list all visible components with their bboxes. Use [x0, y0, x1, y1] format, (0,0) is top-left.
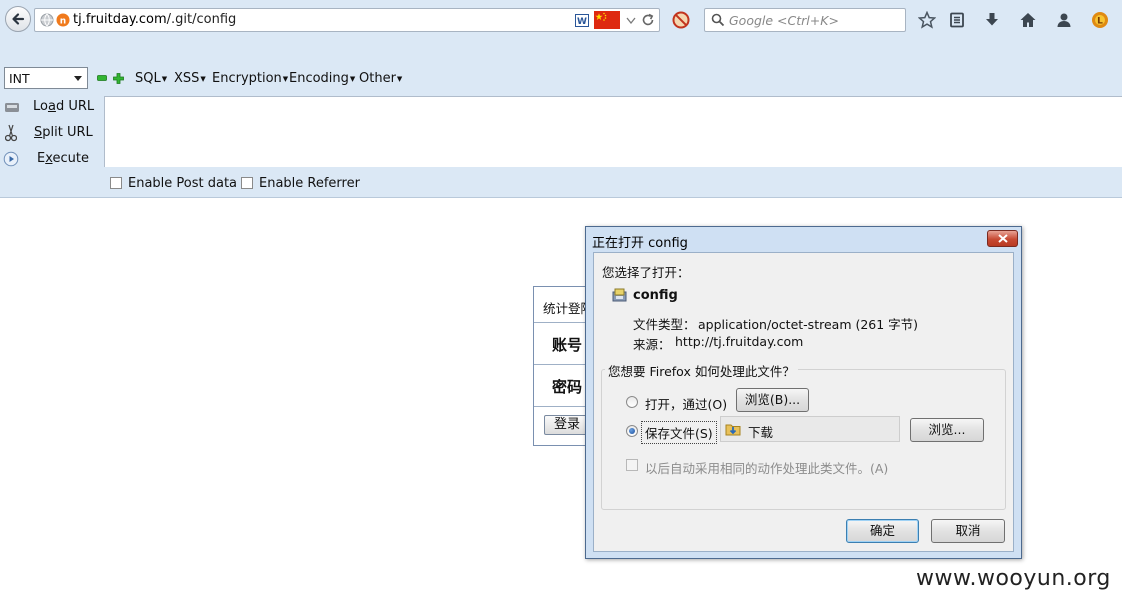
word-icon: W	[575, 14, 589, 27]
cancel-button[interactable]: 取消	[931, 519, 1005, 543]
dialog-close-button[interactable]	[987, 230, 1018, 247]
download-folder-field: 下载	[720, 416, 900, 442]
ok-button[interactable]: 确定	[846, 519, 919, 543]
enable-referrer-checkbox[interactable]	[241, 177, 253, 189]
open-with-radio[interactable]	[626, 396, 638, 408]
play-icon	[3, 151, 19, 167]
chevron-down-icon	[74, 76, 82, 81]
login-button[interactable]: 登录	[544, 415, 590, 435]
folder-download-icon	[725, 424, 741, 436]
load-url-icon	[5, 103, 19, 112]
save-file-radio[interactable]	[626, 425, 638, 437]
menu-encoding[interactable]: Encoding▼	[289, 71, 355, 86]
browse-button[interactable]: 浏览...	[910, 418, 984, 442]
source-value: http://tj.fruitday.com	[675, 334, 804, 349]
navigation-bar: n tj.fruitday.com/.git/config W Google <…	[0, 0, 1122, 40]
search-bar[interactable]: Google <Ctrl+K>	[704, 8, 906, 32]
adblock-icon[interactable]	[671, 10, 691, 30]
browser-toolbar: n tj.fruitday.com/.git/config W Google <…	[0, 0, 1122, 198]
hackbar-url-textarea[interactable]	[104, 96, 1122, 167]
home-icon[interactable]	[1018, 10, 1038, 30]
back-arrow-icon	[12, 13, 25, 25]
dropdown-history-icon[interactable]	[626, 17, 636, 24]
file-icon	[612, 288, 627, 302]
download-icon[interactable]	[982, 10, 1002, 30]
execute-button[interactable]: Execute	[0, 148, 100, 170]
reading-list-icon[interactable]	[947, 10, 967, 30]
enable-referrer-label: Enable Referrer	[259, 176, 360, 191]
url-text: tj.fruitday.com/.git/config	[73, 12, 237, 27]
source-label: 来源：	[633, 337, 671, 352]
hackbar-type-select[interactable]: INT	[4, 67, 88, 89]
auto-action-checkbox[interactable]	[626, 459, 638, 471]
watermark: www.wooyun.org	[916, 566, 1111, 591]
load-url-button[interactable]: Load URL	[0, 96, 100, 118]
svg-text:W: W	[577, 17, 587, 27]
chosen-label: 您选择了打开：	[602, 265, 690, 280]
dialog-body: 您选择了打开： config 文件类型： application/octet-s…	[593, 252, 1014, 552]
download-folder-name: 下载	[748, 425, 774, 440]
bookmark-star-icon[interactable]	[917, 10, 937, 30]
menu-other[interactable]: Other▼	[359, 71, 402, 86]
svg-text:L: L	[1097, 17, 1103, 27]
menu-xss[interactable]: XSS▼	[174, 71, 206, 86]
china-flag-icon	[594, 11, 620, 29]
file-type-value: application/octet-stream (261 字节)	[698, 317, 919, 332]
file-name: config	[633, 288, 678, 303]
user-icon[interactable]	[1054, 10, 1074, 30]
plus-icon[interactable]	[113, 73, 124, 84]
site-favicon-icon: n	[56, 13, 70, 27]
enable-post-checkbox[interactable]	[110, 177, 122, 189]
search-placeholder: Google <Ctrl+K>	[729, 13, 839, 28]
save-file-label[interactable]: 保存文件(S)	[641, 421, 717, 444]
close-icon	[997, 234, 1008, 243]
account-label: 账号	[552, 336, 583, 354]
scissors-icon	[5, 124, 17, 142]
url-bar[interactable]: n tj.fruitday.com/.git/config W	[34, 8, 660, 32]
split-url-button[interactable]: Split URL	[0, 122, 100, 144]
addon-icon[interactable]: L	[1090, 10, 1110, 30]
question-label: 您想要 Firefox 如何处理此文件？	[605, 361, 798, 380]
open-with-label[interactable]: 打开，通过(O)	[645, 394, 727, 413]
login-panel: 统计登陆 账号 密码 登录	[533, 286, 594, 446]
menu-encryption[interactable]: Encryption▼	[212, 71, 288, 86]
svg-text:n: n	[60, 17, 66, 27]
browse-b-button[interactable]: 浏览(B)...	[736, 388, 809, 412]
select-value: INT	[9, 71, 30, 86]
password-label: 密码	[552, 378, 583, 396]
auto-action-label: 以后自动采用相同的动作处理此类文件。(A)	[645, 461, 889, 476]
menu-sql[interactable]: SQL▼	[135, 71, 167, 86]
back-button[interactable]	[5, 6, 31, 32]
reload-icon[interactable]	[641, 13, 655, 27]
search-icon	[711, 13, 725, 27]
globe-icon	[40, 13, 54, 27]
file-type-label: 文件类型：	[633, 317, 696, 332]
file-open-dialog: 正在打开 config 您选择了打开： config 文件类型： applica…	[585, 226, 1022, 559]
enable-post-label: Enable Post data	[128, 176, 238, 191]
dialog-title: 正在打开 config	[592, 236, 688, 251]
minus-icon[interactable]	[97, 75, 107, 81]
